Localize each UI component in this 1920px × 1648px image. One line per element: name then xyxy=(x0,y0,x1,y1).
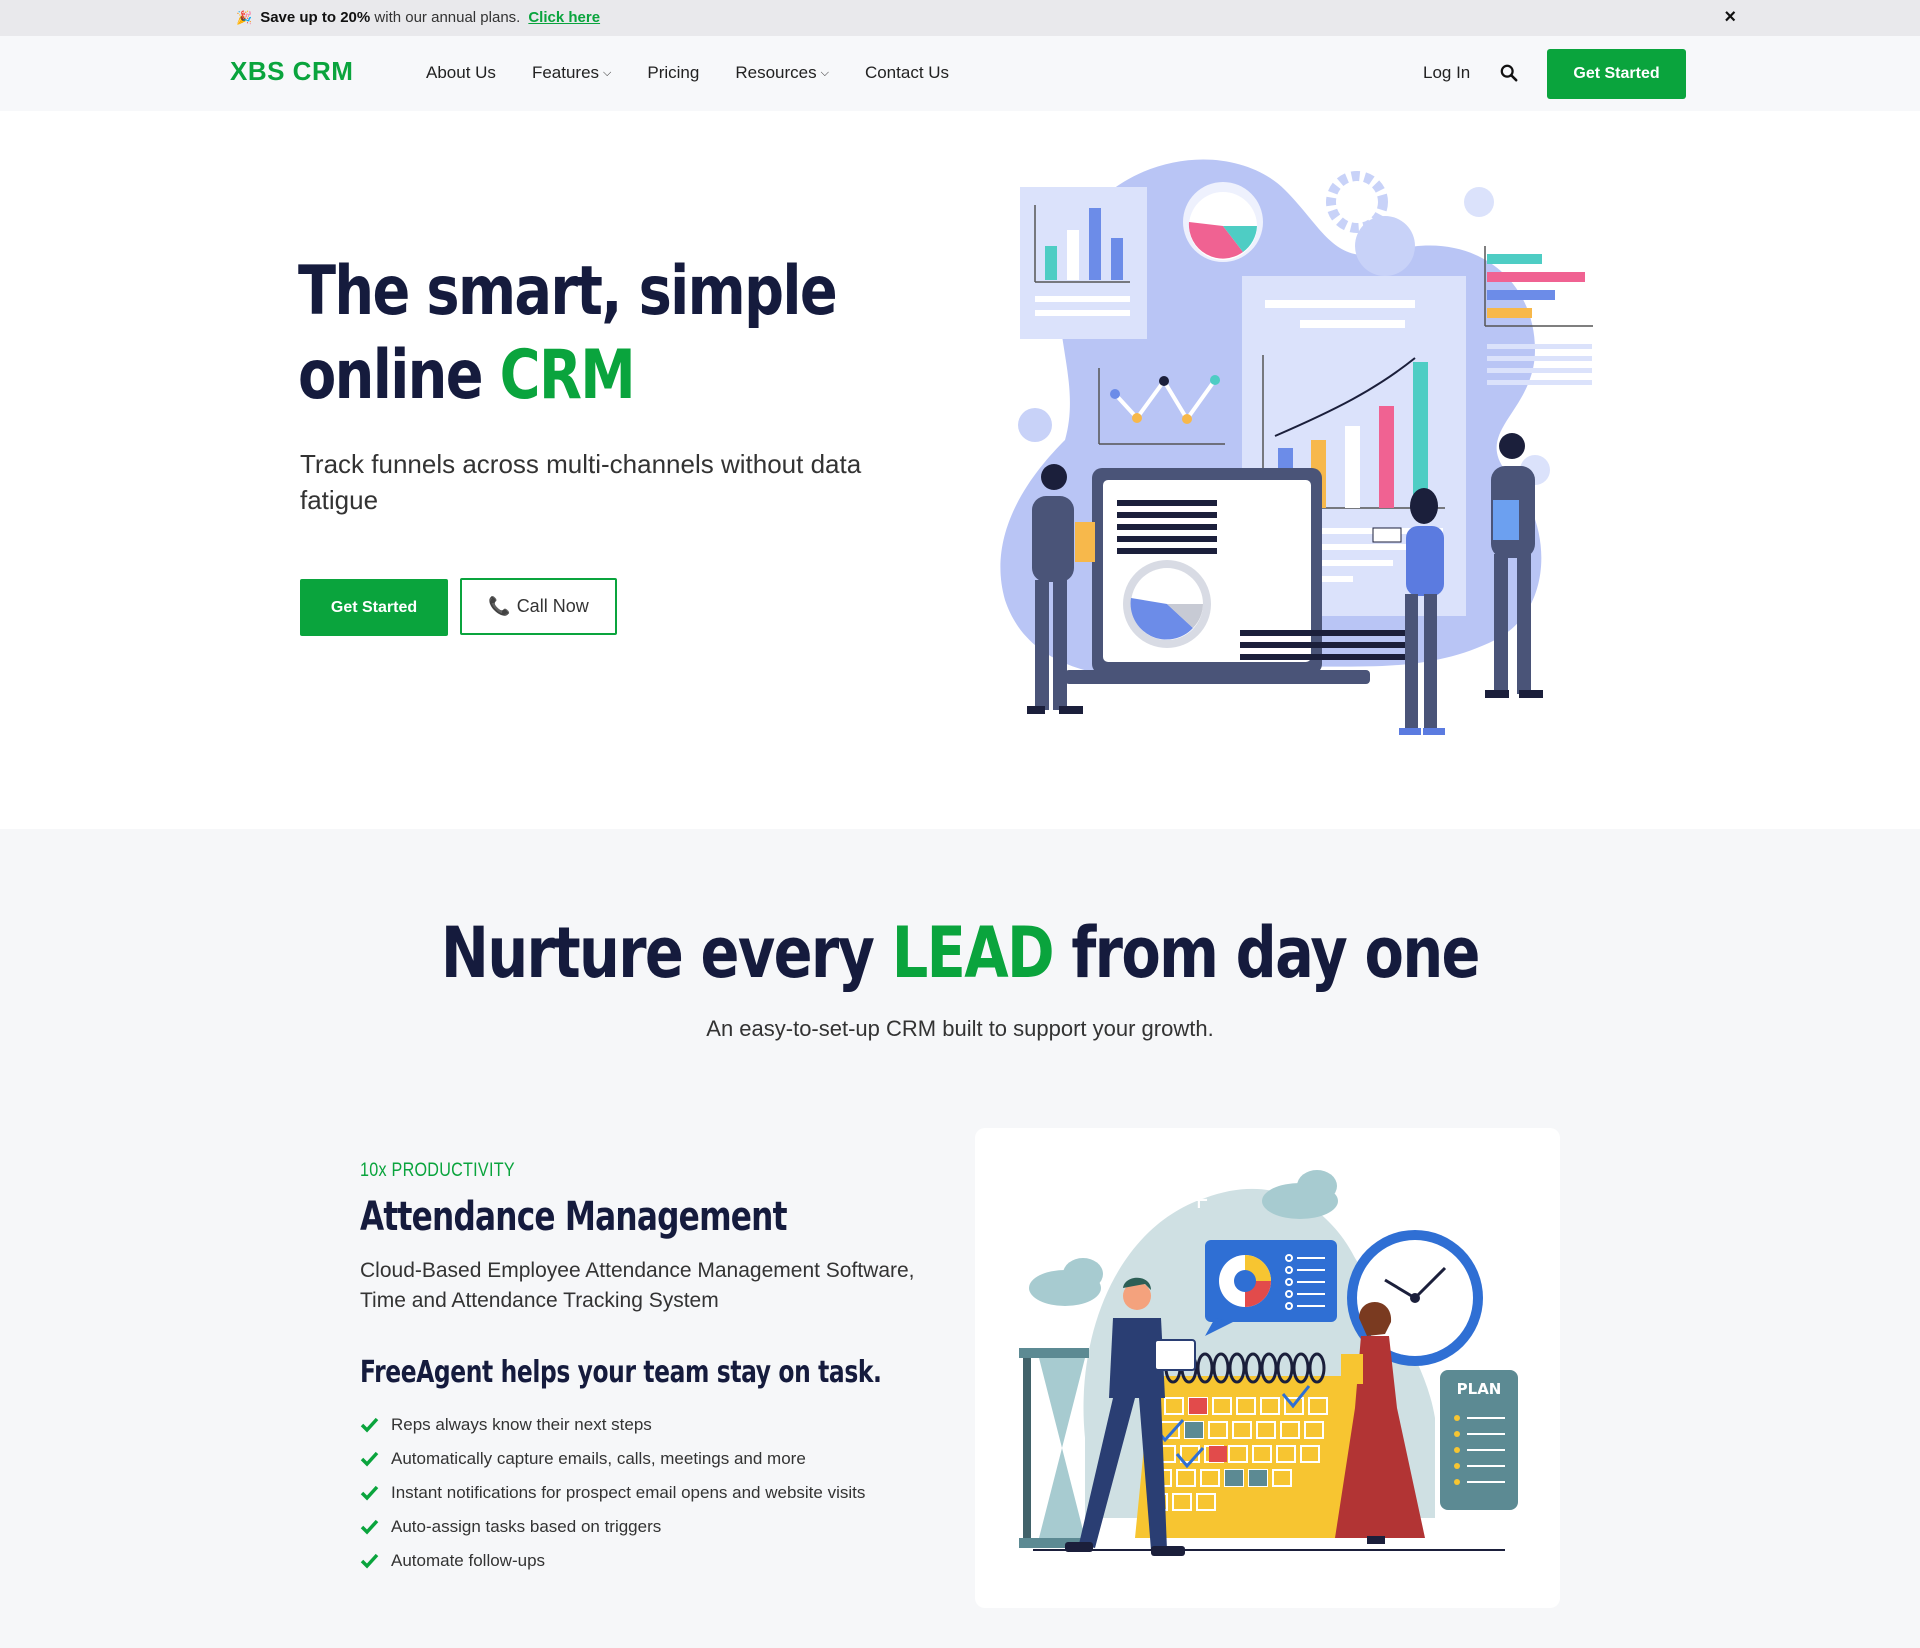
search-icon[interactable] xyxy=(1500,64,1518,82)
crm-analytics-illustration xyxy=(1000,159,1593,735)
feature-subheading: FreeAgent helps your team stay on task. xyxy=(360,1355,882,1390)
site-header: XBS CRM About Us Features ⌵ Pricing Resou… xyxy=(0,36,1920,111)
chevron-down-icon: ⌵ xyxy=(820,66,829,79)
call-now-button[interactable]: 📞 Call Now xyxy=(460,578,617,635)
logo[interactable]: XBS CRM xyxy=(230,56,353,87)
announcement-text: Save up to 20% with our annual plans. xyxy=(260,9,521,26)
check-icon xyxy=(360,1553,379,1569)
section-title: Nurture every LEAD from day one xyxy=(441,912,1481,994)
announcement-content: 🎉 Save up to 20% with our annual plans. … xyxy=(236,9,600,26)
chevron-down-icon: ⌵ xyxy=(603,66,612,79)
hero-get-started-button[interactable]: Get Started xyxy=(300,579,448,636)
check-icon xyxy=(360,1519,379,1535)
list-item: Reps always know their next steps xyxy=(360,1408,865,1442)
party-popper-icon: 🎉 xyxy=(236,9,253,25)
announcement-bar: 🎉 Save up to 20% with our annual plans. … xyxy=(0,0,1920,36)
feature-checklist: Reps always know their next steps Automa… xyxy=(360,1408,865,1578)
check-icon xyxy=(360,1417,379,1433)
feature-kicker: 10x PRODUCTIVITY xyxy=(360,1160,515,1181)
nav-item-resources[interactable]: Resources ⌵ xyxy=(735,63,829,83)
feature-title: Attendance Management xyxy=(360,1194,788,1240)
nav-item-features[interactable]: Features ⌵ xyxy=(532,63,611,83)
nav-item-pricing[interactable]: Pricing xyxy=(647,63,699,83)
phone-icon: 📞 xyxy=(488,596,511,616)
feature-description: Cloud-Based Employee Attendance Manageme… xyxy=(360,1259,915,1312)
announcement-link[interactable]: Click here xyxy=(528,9,600,26)
hero-title: The smart, simple online CRM xyxy=(298,252,838,415)
plan-label: PLAN xyxy=(1457,1380,1502,1398)
nav-item-about-us[interactable]: About Us xyxy=(426,63,496,83)
header-get-started-button[interactable]: Get Started xyxy=(1547,49,1686,99)
svg-text:+: + xyxy=(1040,1303,1062,1333)
list-item: Automatically capture emails, calls, mee… xyxy=(360,1442,865,1476)
list-item: Instant notifications for prospect email… xyxy=(360,1476,865,1510)
nav-item-contact-us[interactable]: Contact Us xyxy=(865,63,949,83)
list-item: Auto-assign tasks based on triggers xyxy=(360,1510,865,1544)
check-icon xyxy=(360,1451,379,1467)
feature-illustration-card: + + + PLAN xyxy=(975,1128,1560,1608)
login-link[interactable]: Log In xyxy=(1423,63,1470,83)
main-nav: About Us Features ⌵ Pricing Resources ⌵ Co… xyxy=(426,63,949,83)
list-item: Automate follow-ups xyxy=(360,1544,865,1578)
calendar-planning-illustration: + + + PLAN xyxy=(1019,1170,1518,1556)
hero-subtitle: Track funnels across multi-channels with… xyxy=(300,449,862,515)
section-subtitle: An easy-to-set-up CRM built to support y… xyxy=(706,1016,1214,1041)
close-icon[interactable]: × xyxy=(1724,6,1736,29)
check-icon xyxy=(360,1485,379,1501)
svg-text:+: + xyxy=(1188,1185,1210,1215)
